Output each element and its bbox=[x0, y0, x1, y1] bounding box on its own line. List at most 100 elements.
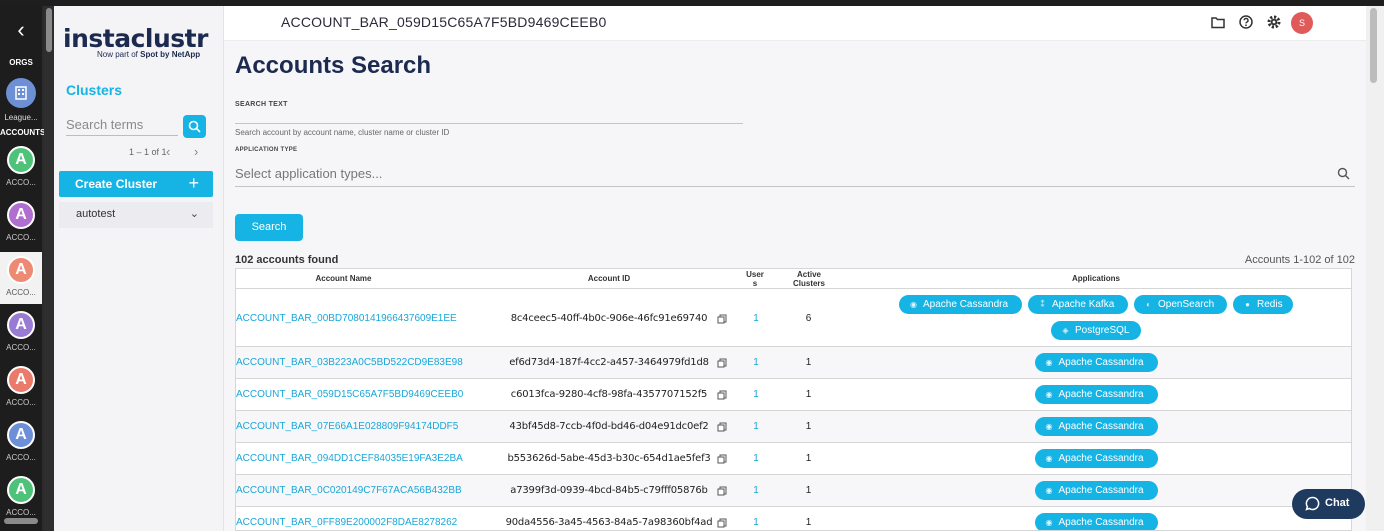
account-id: b553626d-5abe-45d3-b30c-654d1ae5fef3 bbox=[507, 453, 711, 464]
application-chip[interactable]: ◈ PostgreSQL bbox=[1051, 321, 1141, 340]
account-name-link[interactable]: ACCOUNT_BAR_094DD1CEF84035E19FA3E2BA bbox=[236, 453, 463, 464]
application-icon: ◉ bbox=[1045, 454, 1053, 463]
copy-icon[interactable] bbox=[717, 358, 727, 368]
account-label: ACCO... bbox=[6, 398, 36, 407]
search-icon bbox=[188, 120, 201, 133]
copy-icon[interactable] bbox=[717, 390, 727, 400]
application-icon: ◐ bbox=[1146, 300, 1151, 309]
table-row: ACCOUNT_BAR_094DD1CEF84035E19FA3E2BA b553… bbox=[236, 443, 1351, 475]
rail-account-0[interactable]: A ACCO... bbox=[0, 142, 42, 194]
rail-account-4[interactable]: A ACCO... bbox=[0, 362, 42, 414]
account-avatar: A bbox=[7, 476, 35, 504]
cluster-search-input[interactable] bbox=[66, 114, 178, 134]
org-name: League... bbox=[4, 113, 38, 122]
account-label: ACCO... bbox=[6, 288, 36, 297]
account-avatar: A bbox=[7, 421, 35, 449]
copy-icon[interactable] bbox=[717, 518, 727, 528]
org-building-icon[interactable] bbox=[6, 78, 36, 108]
rail-account-5[interactable]: A ACCO... bbox=[0, 417, 42, 469]
rail-horizontal-scrollbar[interactable] bbox=[4, 518, 38, 524]
header-account-id: Account ID bbox=[587, 274, 631, 283]
users-count-link[interactable]: 1 bbox=[746, 357, 766, 368]
cluster-search-button[interactable] bbox=[183, 115, 206, 138]
copy-icon[interactable] bbox=[717, 422, 727, 432]
application-chip[interactable]: ◉ Apache Cassandra bbox=[1034, 481, 1158, 500]
application-chip[interactable]: ◉ Apache Cassandra bbox=[1034, 449, 1158, 468]
account-name-link[interactable]: ACCOUNT_BAR_07E66A1E028809F94174DDF5 bbox=[236, 421, 458, 432]
help-icon[interactable] bbox=[1238, 14, 1254, 30]
chat-bubble-icon bbox=[1305, 496, 1320, 511]
applications-cell: ◉ Apache Cassandra bbox=[856, 475, 1336, 507]
application-chip[interactable]: ◉ Apache Cassandra bbox=[899, 295, 1022, 314]
app-header: ACCOUNT_BAR_059D15C65A7F5BD9469CEEB0 S bbox=[224, 6, 1366, 41]
search-text-input[interactable] bbox=[235, 106, 743, 124]
application-chip[interactable]: ◐ OpenSearch bbox=[1134, 295, 1227, 314]
gear-icon[interactable] bbox=[1266, 14, 1282, 30]
applications-cell: ◉ Apache Cassandra bbox=[856, 379, 1336, 411]
page-scrollbar[interactable] bbox=[1366, 6, 1384, 531]
copy-icon[interactable] bbox=[717, 314, 727, 324]
results-range: Accounts 1-102 of 102 bbox=[1244, 254, 1355, 266]
application-chip[interactable]: ◉ Apache Cassandra bbox=[1034, 353, 1158, 372]
application-chip-label: Redis bbox=[1257, 299, 1283, 310]
account-name-link[interactable]: ACCOUNT_BAR_059D15C65A7F5BD9469CEEB0 bbox=[236, 389, 463, 400]
active-clusters-count: 1 bbox=[805, 389, 812, 400]
users-count-link[interactable]: 1 bbox=[746, 453, 766, 464]
application-chip-label: Apache Cassandra bbox=[1058, 453, 1144, 464]
results-count: 102 accounts found bbox=[235, 254, 339, 266]
users-count-link[interactable]: 1 bbox=[746, 313, 766, 324]
application-chip-label: Apache Cassandra bbox=[1058, 389, 1144, 400]
application-icon: ● bbox=[1245, 300, 1250, 309]
users-count-link[interactable]: 1 bbox=[746, 421, 766, 432]
application-chip[interactable]: ● Redis bbox=[1233, 295, 1293, 314]
application-chip[interactable]: ◉ Apache Cassandra bbox=[1034, 513, 1158, 530]
users-count-link[interactable]: 1 bbox=[746, 517, 766, 528]
application-type-select[interactable]: Select application types... bbox=[235, 163, 1355, 187]
create-cluster-button[interactable]: Create Cluster + bbox=[59, 171, 213, 197]
account-name-link[interactable]: ACCOUNT_BAR_03B223A0C5BD522CD9E83E98 bbox=[236, 357, 463, 368]
accounts-table: Account Name Account ID Users Active Clu… bbox=[235, 268, 1352, 531]
application-icon: ⁑ bbox=[1040, 300, 1045, 309]
chat-button[interactable]: Chat bbox=[1292, 489, 1365, 519]
pager-prev-chevron-icon[interactable]: ‹ bbox=[166, 144, 170, 159]
chevron-down-icon: ⌄ bbox=[189, 208, 199, 220]
users-count-link[interactable]: 1 bbox=[746, 389, 766, 400]
rail-account-2[interactable]: A ACCO... bbox=[0, 252, 42, 304]
user-avatar[interactable]: S bbox=[1291, 12, 1313, 34]
account-id: ef6d73d4-187f-4cc2-a457-3464979fd1d8 bbox=[509, 357, 709, 368]
rail-account-1[interactable]: A ACCO... bbox=[0, 197, 42, 249]
account-avatar: A bbox=[7, 146, 35, 174]
cluster-search-field bbox=[66, 114, 178, 136]
search-button[interactable]: Search bbox=[235, 214, 303, 241]
table-header: Account Name Account ID Users Active Clu… bbox=[236, 269, 1351, 289]
rail-scrollbar[interactable] bbox=[44, 6, 54, 531]
account-name-link[interactable]: ACCOUNT_BAR_00BD7080141966437609E1EE bbox=[236, 313, 457, 324]
folder-icon[interactable] bbox=[1210, 14, 1226, 30]
plus-icon: + bbox=[188, 173, 199, 193]
application-chip[interactable]: ◉ Apache Cassandra bbox=[1034, 385, 1158, 404]
pager-next-chevron-icon[interactable]: › bbox=[194, 144, 198, 159]
copy-icon[interactable] bbox=[717, 454, 727, 464]
rail-account-3[interactable]: A ACCO... bbox=[0, 307, 42, 359]
header-account-name: Account Name bbox=[315, 274, 372, 283]
application-icon: ◉ bbox=[1045, 518, 1053, 527]
copy-icon[interactable] bbox=[717, 486, 727, 496]
chat-label: Chat bbox=[1325, 497, 1350, 509]
header-active-clusters: Active Clusters bbox=[792, 270, 825, 288]
account-name-link[interactable]: ACCOUNT_BAR_0C020149C7F67ACA56B432BB bbox=[236, 485, 462, 496]
application-icon: ◉ bbox=[1045, 390, 1053, 399]
account-name-link[interactable]: ACCOUNT_BAR_0FF89E200002F8DAE8278262 bbox=[236, 517, 457, 528]
table-row: ACCOUNT_BAR_07E66A1E028809F94174DDF5 43bf… bbox=[236, 411, 1351, 443]
applications-cell: ◉ Apache Cassandra bbox=[856, 507, 1336, 530]
back-chevron-icon[interactable]: ‹ bbox=[11, 19, 31, 41]
application-chip[interactable]: ◉ Apache Cassandra bbox=[1034, 417, 1158, 436]
users-count-link[interactable]: 1 bbox=[746, 485, 766, 496]
account-avatar: A bbox=[7, 256, 35, 284]
brand-subtitle: Now part of Spot by NetApp bbox=[97, 50, 201, 59]
application-chip[interactable]: ⁑ Apache Kafka bbox=[1028, 295, 1128, 314]
active-clusters-count: 1 bbox=[805, 485, 812, 496]
rail-account-6[interactable]: A ACCO... bbox=[0, 472, 42, 524]
cluster-group-autotest[interactable]: autotest ⌄ bbox=[59, 202, 213, 228]
account-avatar: A bbox=[7, 311, 35, 339]
application-type-placeholder: Select application types... bbox=[235, 166, 383, 181]
